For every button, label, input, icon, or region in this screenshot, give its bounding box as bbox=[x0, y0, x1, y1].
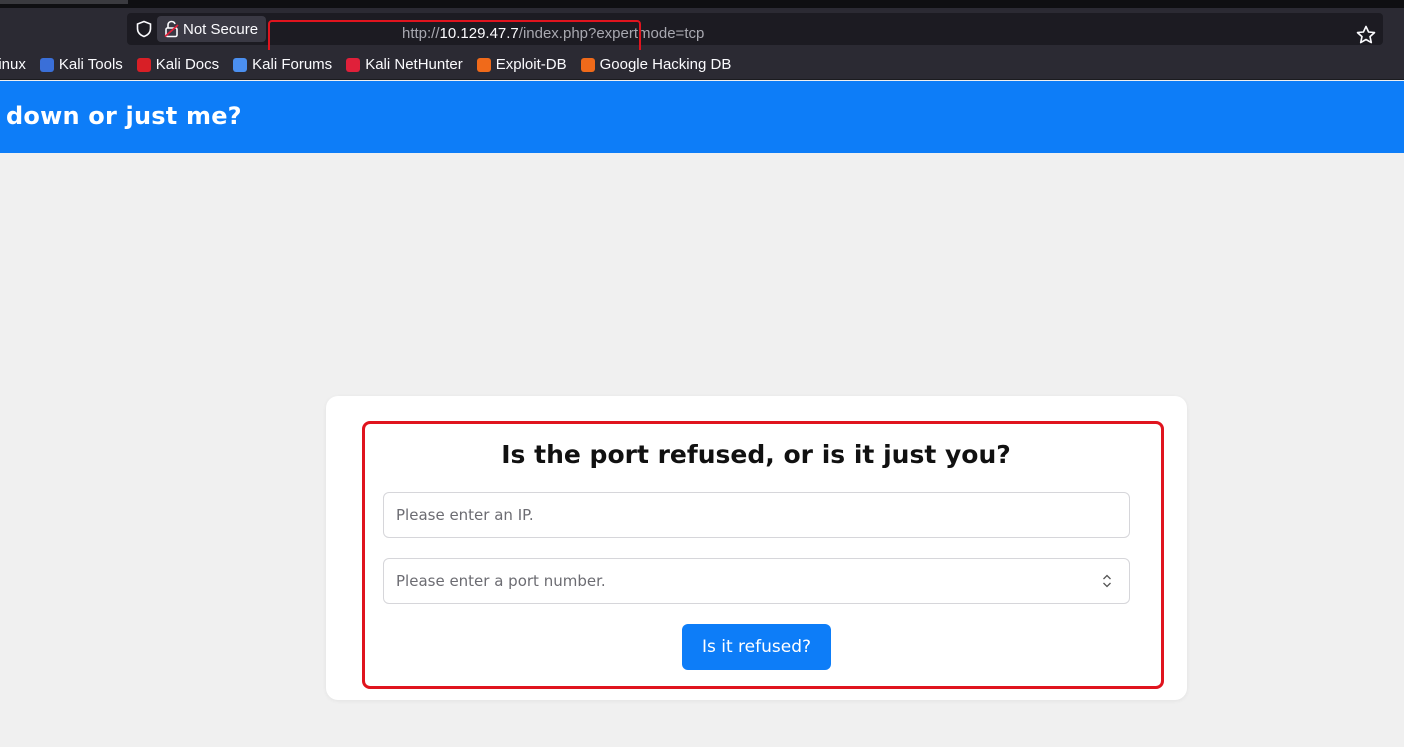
bookmark-label: Kali Tools bbox=[58, 56, 123, 73]
browser-tab-strip bbox=[0, 0, 1404, 8]
kali-forums-icon bbox=[233, 57, 248, 72]
google-hacking-db-icon bbox=[580, 57, 595, 72]
url-path: /index.php?expertmode=tcp bbox=[518, 24, 705, 42]
port-input[interactable] bbox=[383, 558, 1130, 604]
url-bar[interactable]: Not Secure http://10.129.47.7/index.php?… bbox=[127, 13, 1383, 45]
bookmark-label: Kali Forums bbox=[252, 56, 333, 73]
bookmark-linux[interactable]: Linux bbox=[0, 56, 26, 73]
url-host: 10.129.47.7 bbox=[439, 24, 519, 42]
site-navbar: down or just me? bbox=[0, 81, 1404, 153]
bookmark-kali-nethunter[interactable]: Kali NetHunter bbox=[346, 56, 463, 73]
bookmarks-toolbar: Linux Kali Tools Kali Docs Kali Forums Kali … bbox=[0, 50, 1404, 80]
bookmark-label: Google Hacking DB bbox=[599, 56, 732, 73]
kali-nethunter-icon bbox=[346, 57, 361, 72]
not-secure-badge[interactable]: Not Secure bbox=[157, 16, 267, 42]
url-scheme: http:// bbox=[402, 24, 440, 42]
bookmark-kali-tools[interactable]: Kali Tools bbox=[39, 56, 123, 73]
bookmark-google-hacking-db[interactable]: Google Hacking DB bbox=[580, 56, 732, 73]
bookmark-label: Exploit-DB bbox=[495, 56, 567, 73]
bookmark-kali-docs[interactable]: Kali Docs bbox=[136, 56, 220, 73]
shield-icon[interactable] bbox=[135, 20, 153, 38]
browser-toolbar: Not Secure http://10.129.47.7/index.php?… bbox=[0, 8, 1404, 54]
bookmark-exploit-db[interactable]: Exploit-DB bbox=[476, 56, 567, 73]
form-heading: Is the port refused, or is it just you? bbox=[501, 440, 1011, 469]
bookmark-label: Kali Docs bbox=[155, 56, 220, 73]
bookmark-label: Linux bbox=[0, 56, 26, 73]
security-label: Not Secure bbox=[183, 20, 259, 38]
kali-tools-icon bbox=[39, 57, 54, 72]
active-tab-edge[interactable] bbox=[0, 0, 128, 4]
bookmark-label: Kali NetHunter bbox=[365, 56, 463, 73]
ip-input[interactable] bbox=[383, 492, 1130, 538]
number-stepper-icon[interactable] bbox=[1101, 573, 1113, 589]
bookmark-kali-forums[interactable]: Kali Forums bbox=[233, 56, 332, 73]
exploit-db-icon bbox=[476, 57, 491, 72]
insecure-lock-icon bbox=[164, 20, 179, 38]
bookmark-star-icon[interactable] bbox=[1355, 24, 1377, 46]
kali-docs-icon bbox=[136, 57, 151, 72]
is-it-refused-button[interactable]: Is it refused? bbox=[682, 624, 831, 670]
url-text[interactable]: http://10.129.47.7/index.php?expertmode=… bbox=[395, 17, 711, 49]
site-brand[interactable]: down or just me? bbox=[6, 102, 242, 130]
